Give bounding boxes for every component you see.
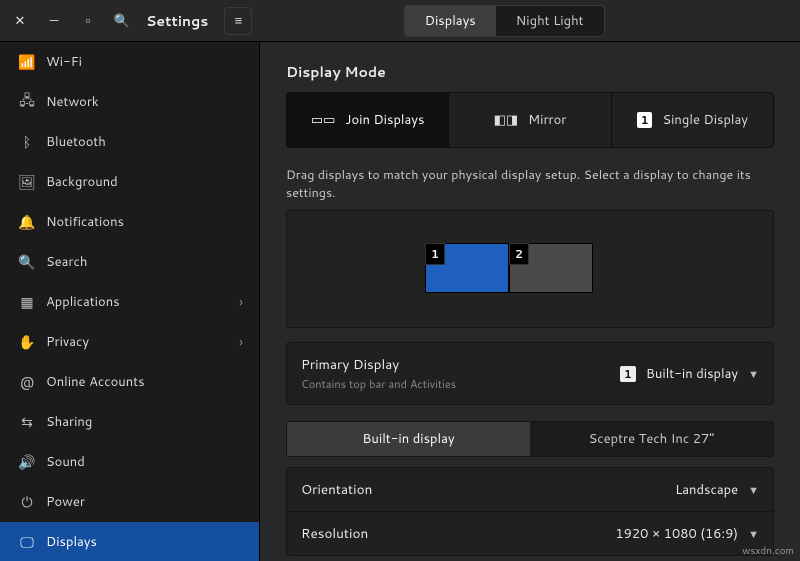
maximize-icon[interactable]: ▫ — [74, 7, 102, 35]
sidebar-item-power[interactable]: ⏻Power — [0, 482, 259, 522]
background-icon: 🖼 — [16, 172, 38, 192]
chevron-down-icon: ▼ — [748, 526, 759, 542]
join-displays-icon: ▭▭ — [311, 111, 336, 129]
search-icon: 🔍 — [16, 252, 38, 272]
at-icon: @ — [16, 372, 38, 392]
sidebar-item-background[interactable]: 🖼Background — [0, 162, 259, 202]
sidebar-item-sound[interactable]: 🔊Sound — [0, 442, 259, 482]
chevron-right-icon: › — [239, 332, 243, 352]
wifi-icon: 📶 — [16, 52, 38, 72]
sidebar: 📶Wi-Fi 🖧Network ᛒBluetooth 🖼Background 🔔… — [0, 42, 260, 561]
sidebar-item-displays[interactable]: 🖵Displays — [0, 522, 259, 561]
hand-icon: ✋ — [16, 332, 38, 352]
sidebar-item-search[interactable]: 🔍Search — [0, 242, 259, 282]
orientation-label: Orientation — [301, 480, 372, 499]
minimize-icon[interactable]: — — [40, 7, 68, 35]
sidebar-item-wifi[interactable]: 📶Wi-Fi — [0, 42, 259, 82]
sidebar-item-bluetooth[interactable]: ᛒBluetooth — [0, 122, 259, 162]
tab-builtin-display[interactable]: Built-in display — [287, 422, 530, 456]
primary-display-subtitle: Contains top bar and Activities — [301, 376, 456, 392]
share-icon: ⇆ — [16, 412, 38, 432]
resolution-row[interactable]: Resolution 1920 × 1080 (16:9) ▼ — [287, 511, 773, 555]
display-mode-group: ▭▭ Join Displays ◧◨ Mirror 1 Single Disp… — [286, 92, 774, 148]
tab-external-display[interactable]: Sceptre Tech Inc 27" — [530, 422, 773, 456]
tab-displays[interactable]: Displays — [405, 6, 496, 36]
close-icon[interactable]: ✕ — [6, 7, 34, 35]
tab-night-light[interactable]: Night Light — [496, 6, 604, 36]
sidebar-item-online-accounts[interactable]: @Online Accounts — [0, 362, 259, 402]
orientation-value: Landscape — [675, 481, 738, 499]
display-settings-panel: Orientation Landscape ▼ Resolution 1920 … — [286, 467, 774, 556]
sidebar-item-notifications[interactable]: 🔔Notifications — [0, 202, 259, 242]
mirror-icon: ◧◨ — [494, 111, 519, 129]
content-pane: Display Mode ▭▭ Join Displays ◧◨ Mirror … — [260, 42, 800, 561]
watermark: wsxdn.com — [742, 544, 794, 558]
header-tab-switcher: Displays Night Light — [404, 5, 605, 37]
app-title: Settings — [146, 11, 208, 31]
chevron-down-icon: ▼ — [748, 366, 759, 382]
display-selector-tabs: Built-in display Sceptre Tech Inc 27" — [286, 421, 774, 457]
chevron-down-icon: ▼ — [748, 482, 759, 498]
primary-display-value: Built-in display — [646, 365, 738, 383]
sidebar-item-network[interactable]: 🖧Network — [0, 82, 259, 122]
single-display-button[interactable]: 1 Single Display — [612, 92, 774, 148]
power-icon: ⏻ — [16, 492, 38, 512]
primary-display-label: Primary Display — [301, 355, 456, 374]
sidebar-item-privacy[interactable]: ✋Privacy› — [0, 322, 259, 362]
mirror-button[interactable]: ◧◨ Mirror — [449, 92, 611, 148]
display-2[interactable]: 2 — [509, 243, 593, 293]
arrange-hint: Drag displays to match your physical dis… — [286, 166, 774, 202]
resolution-label: Resolution — [301, 524, 368, 543]
display-1[interactable]: 1 — [425, 243, 509, 293]
search-icon[interactable]: 🔍 — [108, 7, 136, 35]
display-mode-title: Display Mode — [286, 62, 774, 82]
display-arrangement[interactable]: 1 2 — [286, 210, 774, 328]
sidebar-item-sharing[interactable]: ⇆Sharing — [0, 402, 259, 442]
bell-icon: 🔔 — [16, 212, 38, 232]
sidebar-item-applications[interactable]: ▦Applications› — [0, 282, 259, 322]
primary-display-panel[interactable]: Primary Display Contains top bar and Act… — [286, 342, 774, 405]
monitor-icon: 🖵 — [16, 532, 38, 552]
titlebar: ✕ — ▫ 🔍 Settings ≡ Displays Night Light — [0, 0, 800, 42]
display-2-badge: 2 — [509, 243, 529, 265]
speaker-icon: 🔊 — [16, 452, 38, 472]
resolution-value: 1920 × 1080 (16:9) — [615, 525, 738, 543]
orientation-row[interactable]: Orientation Landscape ▼ — [287, 468, 773, 511]
bluetooth-icon: ᛒ — [16, 132, 38, 152]
display-1-badge: 1 — [425, 243, 445, 265]
primary-display-number-badge: 1 — [620, 366, 636, 382]
join-displays-button[interactable]: ▭▭ Join Displays — [286, 92, 449, 148]
menu-icon[interactable]: ≡ — [224, 7, 252, 35]
network-icon: 🖧 — [16, 90, 38, 114]
chevron-right-icon: › — [239, 292, 243, 312]
single-display-icon: 1 — [637, 112, 653, 128]
grid-icon: ▦ — [16, 292, 38, 312]
